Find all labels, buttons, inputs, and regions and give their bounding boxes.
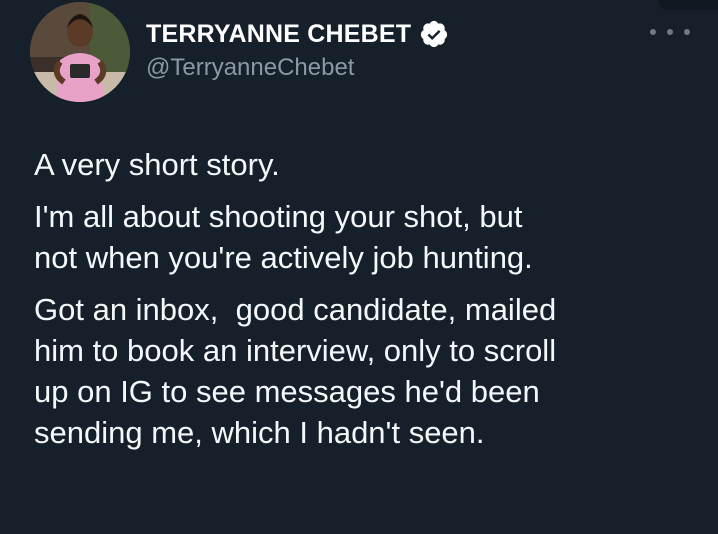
tweet-line: sending me, which I hadn't seen.	[34, 415, 485, 450]
author-handle[interactable]: @TerryanneChebet	[146, 54, 354, 82]
tweet-line: him to book an interview, only to scroll	[34, 333, 557, 368]
verified-badge-icon	[419, 19, 449, 49]
author-name-row: TERRYANNE CHEBET	[146, 16, 449, 52]
more-dot	[684, 29, 690, 35]
tweet-paragraph: Got an inbox, good candidate, mailed him …	[34, 289, 704, 453]
tweet-paragraph: A very short story.	[34, 144, 704, 185]
author-display-name[interactable]: TERRYANNE CHEBET	[146, 20, 411, 49]
tweet-line: A very short story.	[34, 147, 280, 182]
tweet-line: up on IG to see messages he'd been	[34, 374, 540, 409]
tweet-line: I'm all about shooting your shot, but	[34, 199, 523, 234]
tweet-line: not when you're actively job hunting.	[34, 240, 533, 275]
tweet-paragraph: I'm all about shooting your shot, but not…	[34, 196, 704, 278]
avatar[interactable]	[30, 2, 130, 102]
tweet-line: Got an inbox, good candidate, mailed	[34, 292, 557, 327]
profile-photo	[30, 2, 130, 102]
more-dot	[667, 29, 673, 35]
tweet-header: TERRYANNE CHEBET @TerryanneChebet	[30, 2, 690, 102]
tweet-text: A very short story. I'm all about shooti…	[34, 144, 704, 464]
more-dot	[650, 29, 656, 35]
more-options-icon[interactable]	[650, 20, 690, 44]
